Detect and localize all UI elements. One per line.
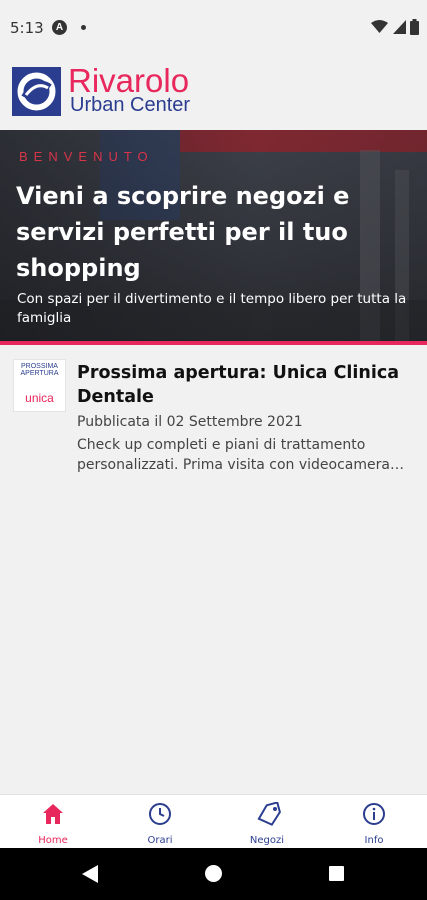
recent-apps-icon[interactable] [329,866,344,881]
info-icon [363,803,385,825]
notification-dot-icon [81,25,86,30]
accessibility-badge-icon: A [52,20,67,35]
status-icons [371,18,419,36]
brand-subtitle: Urban Center [70,94,191,116]
nav-item-home[interactable]: Home [0,795,106,849]
nav-label-info: Info [364,835,384,846]
hero-eyebrow: BENVENUTO [19,149,154,164]
thumbnail-caption: PROSSIMA APERTURA [20,363,59,377]
nav-label-negozi: Negozi [249,835,285,846]
nav-item-orari[interactable]: Orari [107,795,213,849]
wifi-icon [371,19,389,33]
home-button-icon[interactable] [205,865,222,882]
clock-icon [149,803,171,825]
news-title: Prossima apertura: Unica Clinica Dentale [77,363,400,407]
nav-label-orari: Orari [147,835,173,846]
thumbnail-brand: unica [25,391,54,405]
news-thumbnail: PROSSIMA APERTURA unica [13,359,66,412]
home-icon [43,804,63,824]
bottom-navigation: Home Orari Negozi Info [0,794,427,849]
signal-icon [392,19,406,34]
status-time: 5:13 [10,19,44,37]
app-header: Rivarolo Urban Center [0,56,427,130]
hero-banner[interactable]: BENVENUTO Vieni a scoprire negozi e serv… [0,130,427,343]
tag-icon [257,802,281,826]
news-list-item[interactable]: PROSSIMA APERTURA unica Prossima apertur… [0,345,427,485]
system-navigation-bar [0,848,427,900]
app-screen: 5:13 A Rivarolo Urban Center BENVENUTO V… [0,0,427,900]
hero-title: Vieni a scoprire negozi e servizi perfet… [16,182,350,282]
logo-icon [12,67,61,116]
status-bar: 5:13 A [0,0,427,56]
nav-item-negozi[interactable]: Negozi [214,795,320,849]
nav-label-home: Home [38,835,68,846]
back-icon[interactable] [82,865,98,883]
brand-name: Rivarolo [68,62,190,99]
news-excerpt: Check up completi e piani di trattamento… [77,437,390,473]
news-date: Pubblicata il 02 Settembre 2021 [77,414,303,430]
nav-item-info[interactable]: Info [321,795,427,849]
battery-icon [410,18,419,35]
hero-subtitle: Con spazi per il divertimento e il tempo… [17,291,407,326]
